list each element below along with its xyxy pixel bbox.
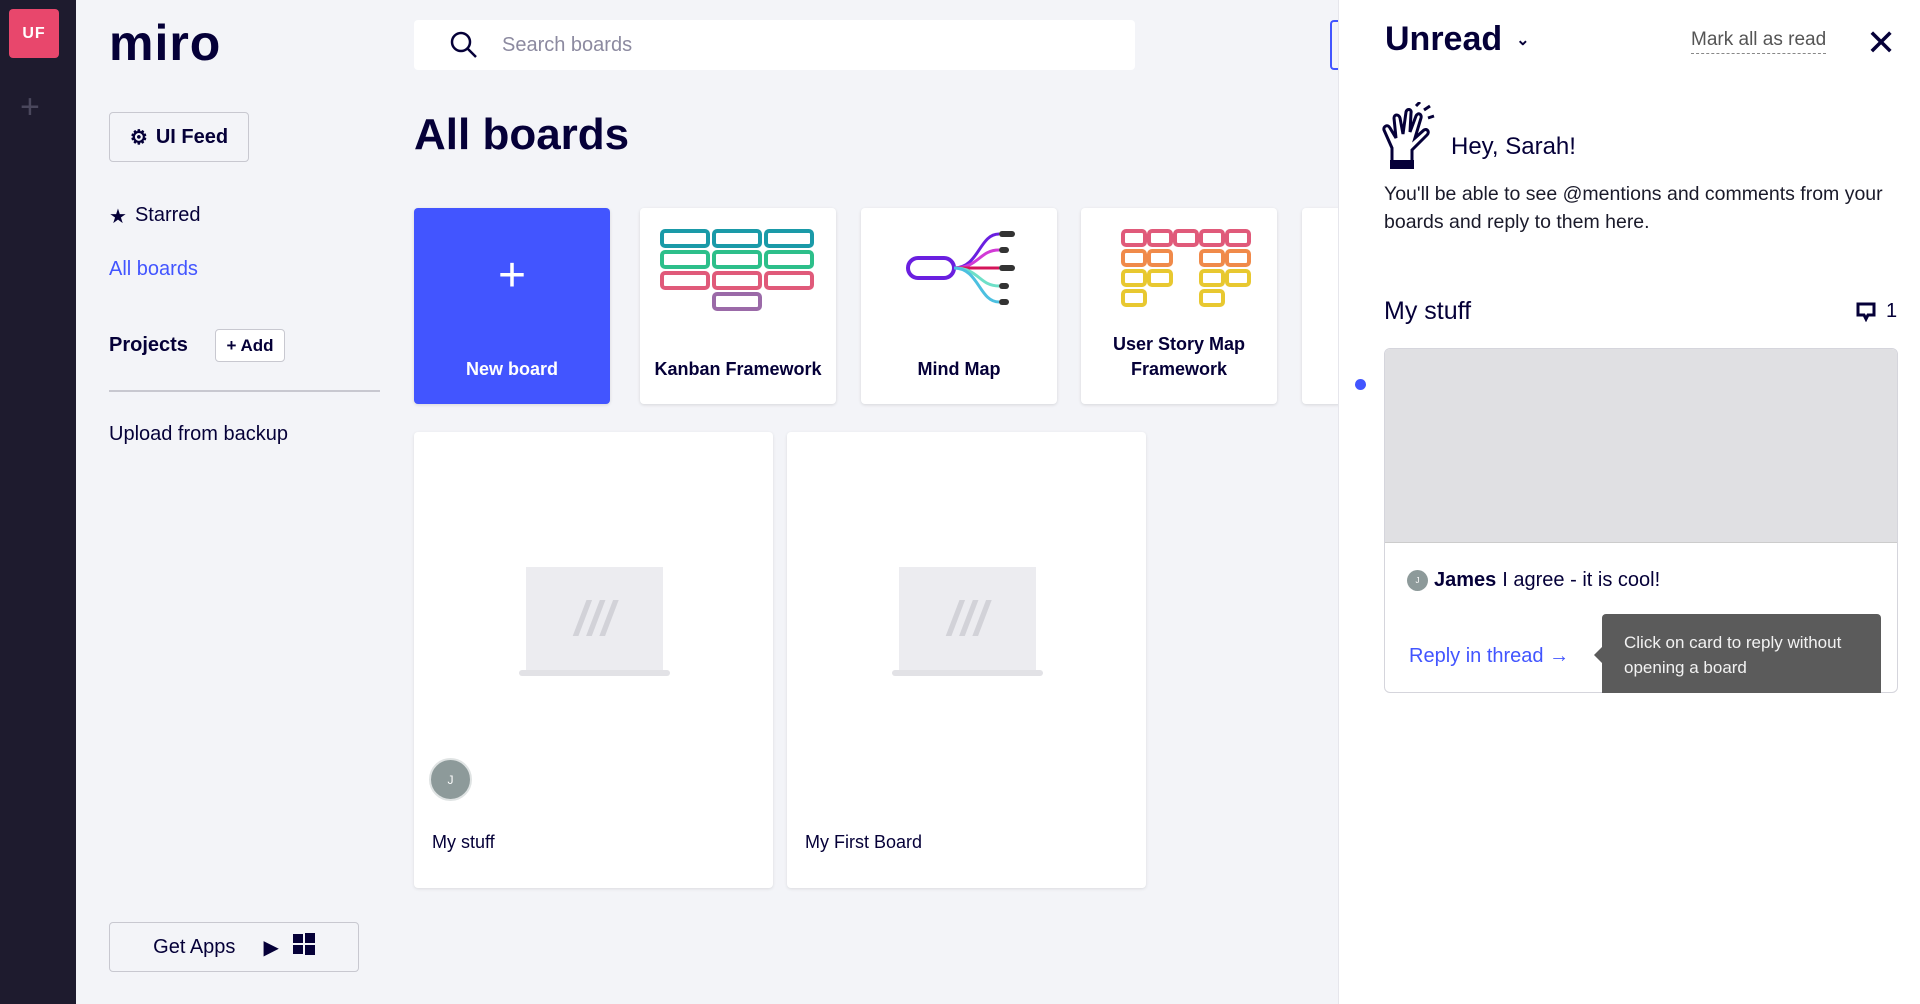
template-label: New board	[465, 359, 558, 379]
search-input[interactable]: Search boards	[414, 20, 1135, 70]
miro-logo[interactable]: miro	[109, 14, 221, 72]
divider	[109, 390, 380, 392]
template-label: Mind Map	[917, 359, 1001, 379]
thumbnail-base	[519, 670, 670, 676]
template-label: User Story Map Framework	[1112, 334, 1246, 379]
left-rail	[0, 0, 76, 1004]
count-value: 1	[1886, 300, 1898, 322]
close-icon[interactable]: ✕	[1866, 22, 1896, 64]
comment: J James I agree - it is cool!	[1407, 569, 1660, 592]
comment-author: James	[1434, 569, 1497, 591]
panel-description: You'll be able to see @mentions and comm…	[1384, 183, 1883, 233]
windows-icon[interactable]	[292, 933, 315, 961]
comment-icon	[1856, 302, 1876, 322]
search-placeholder: Search boards	[502, 33, 633, 56]
waving-hand-icon	[1382, 102, 1435, 169]
kanban-illustration	[660, 229, 814, 311]
miro-placeholder-icon: ///	[526, 567, 663, 672]
sidebar-item-starred[interactable]: ★ Starred	[109, 204, 201, 229]
board-name: My First Board	[805, 832, 923, 852]
new-board-button[interactable]: + New board	[414, 208, 610, 404]
sidebar-item-all-boards[interactable]: All boards	[109, 258, 198, 281]
avatar: J	[1407, 570, 1428, 591]
get-apps-button[interactable]: Get Apps ▶	[109, 922, 359, 972]
board-card[interactable]: /// J My stuff	[414, 432, 773, 888]
gear-icon: ⚙	[129, 126, 148, 149]
ui-feed-button[interactable]: ⚙ UI Feed	[109, 112, 249, 162]
page-title: All boards	[414, 110, 630, 159]
chevron-down-icon: ⌄	[1516, 31, 1530, 49]
filter-label: Unread	[1385, 20, 1503, 58]
template-mind-map[interactable]: Mind Map	[861, 208, 1057, 404]
avatar: J	[429, 758, 472, 801]
comment-count: 1	[1856, 300, 1897, 323]
template-user-story-map[interactable]: User Story Map Framework	[1081, 208, 1277, 404]
add-team-icon[interactable]: +	[20, 88, 40, 127]
projects-heading: Projects	[109, 334, 188, 356]
starred-label: Starred	[134, 204, 201, 226]
board-card[interactable]: /// My First Board	[787, 432, 1146, 888]
filter-dropdown[interactable]: Unread ⌄	[1385, 20, 1530, 59]
comment-text: I agree - it is cool!	[1502, 569, 1661, 591]
group-title: My stuff	[1384, 297, 1472, 325]
board-name: My stuff	[432, 832, 495, 852]
template-label: Kanban Framework	[654, 359, 822, 379]
get-apps-label: Get Apps	[153, 935, 236, 958]
board-preview	[1385, 349, 1897, 543]
google-play-icon[interactable]: ▶	[263, 935, 278, 960]
mark-all-read-link[interactable]: Mark all as read	[1691, 29, 1827, 54]
ui-feed-label: UI Feed	[155, 125, 229, 148]
greeting: Hey, Sarah!	[1451, 133, 1576, 160]
reply-in-thread-link[interactable]: Reply in thread →	[1409, 645, 1569, 668]
template-kanban[interactable]: Kanban Framework	[640, 208, 836, 404]
mind-map-illustration	[906, 231, 1015, 305]
tooltip: Click on card to reply without opening a…	[1594, 614, 1881, 693]
miro-placeholder-icon: ///	[899, 567, 1036, 672]
unread-dot	[1355, 379, 1366, 390]
template-partial[interactable]	[1302, 208, 1342, 404]
star-icon: ★	[109, 206, 127, 228]
team-badge[interactable]: UF	[9, 9, 59, 58]
user-story-map-illustration	[1121, 229, 1251, 307]
upload-from-backup-link[interactable]: Upload from backup	[109, 423, 288, 446]
plus-icon: +	[497, 249, 527, 302]
add-project-button[interactable]: + Add	[215, 329, 285, 362]
search-icon	[450, 31, 477, 58]
thumbnail-base	[892, 670, 1043, 676]
